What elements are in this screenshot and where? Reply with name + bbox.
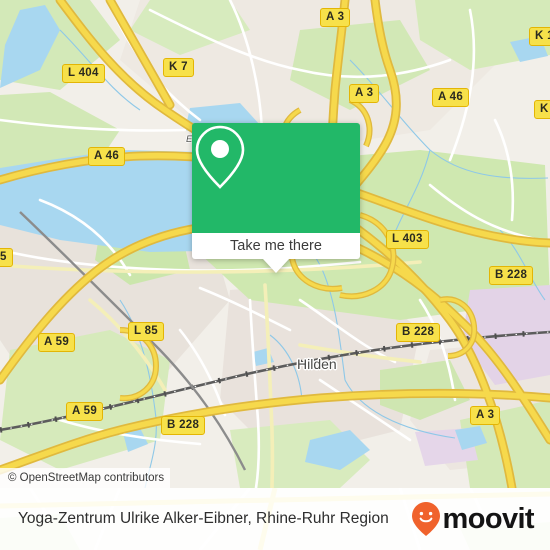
moovit-smiley-pin-icon — [411, 502, 440, 536]
road-shield[interactable]: 5 — [0, 248, 13, 267]
location-popup[interactable]: Take me there — [192, 123, 360, 273]
popup-tail — [263, 259, 289, 273]
take-me-there-button[interactable]: Take me there — [230, 238, 322, 254]
road-shield[interactable]: A 3 — [320, 8, 351, 27]
road-shield[interactable]: L 403 — [386, 230, 429, 249]
road-shield[interactable]: A 46 — [432, 88, 470, 107]
place-label-hilden: Hilden — [297, 356, 337, 372]
popup-footer[interactable]: Take me there — [192, 233, 360, 273]
moovit-logo[interactable]: moovit — [411, 501, 535, 537]
road-shield[interactable]: B 228 — [489, 266, 534, 285]
road-shield[interactable]: K 1 — [529, 27, 550, 46]
road-shield[interactable]: A 3 — [349, 84, 380, 103]
map-screenshot: Hilden E A 3 K 7 L 404 A 3 A 46 K 1 K 1 … — [0, 0, 550, 550]
popup-header — [192, 123, 360, 233]
road-shield[interactable]: L 404 — [62, 64, 105, 83]
road-shield[interactable]: A 59 — [66, 402, 104, 421]
map-attribution: © OpenStreetMap contributors — [0, 468, 171, 488]
road-shield[interactable]: A 3 — [470, 406, 501, 425]
page-title: Yoga-Zentrum Ulrike Alker-Eibner, Rhine-… — [18, 510, 389, 527]
road-shield[interactable]: A 46 — [88, 147, 126, 166]
moovit-wordmark: moovit — [442, 502, 535, 535]
road-shield[interactable]: B 228 — [396, 323, 441, 342]
map-canvas[interactable]: Hilden E A 3 K 7 L 404 A 3 A 46 K 1 K 1 … — [0, 0, 550, 488]
footer-bar: Yoga-Zentrum Ulrike Alker-Eibner, Rhine-… — [0, 488, 550, 550]
road-shield[interactable]: K 1 — [534, 100, 550, 119]
road-shield[interactable]: L 85 — [128, 322, 165, 341]
map-pin-icon — [195, 125, 245, 189]
attribution-text: © OpenStreetMap contributors — [8, 472, 165, 484]
road-shield[interactable]: B 228 — [161, 416, 206, 435]
road-shield[interactable]: A 59 — [38, 333, 76, 352]
road-shield[interactable]: K 7 — [163, 58, 194, 77]
